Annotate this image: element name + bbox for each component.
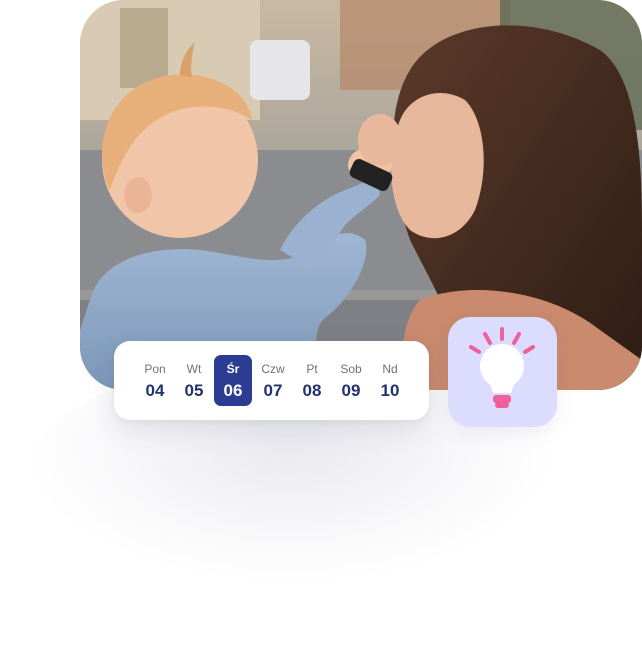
day-number: 07 bbox=[263, 381, 283, 400]
day-name: Pt bbox=[306, 362, 318, 376]
hero-photo bbox=[80, 0, 642, 390]
day-sob[interactable]: Sob 09 bbox=[332, 355, 370, 406]
day-wt[interactable]: Wt 05 bbox=[175, 355, 213, 406]
day-name: Czw bbox=[261, 362, 285, 376]
lightbulb-icon bbox=[469, 327, 535, 408]
day-name: Śr bbox=[226, 362, 240, 376]
day-number: 09 bbox=[341, 381, 361, 400]
day-number: 10 bbox=[380, 381, 400, 400]
day-pt[interactable]: Pt 08 bbox=[293, 355, 331, 406]
day-name: Nd bbox=[382, 362, 398, 376]
day-name: Sob bbox=[340, 362, 362, 376]
week-calendar: Pon 04 Wt 05 Śr 06 Czw 07 Pt 08 Sob 09 N… bbox=[114, 341, 429, 420]
day-name: Pon bbox=[144, 362, 166, 376]
day-czw[interactable]: Czw 07 bbox=[254, 355, 292, 406]
day-number: 06 bbox=[223, 381, 243, 400]
day-sr-selected[interactable]: Śr 06 bbox=[214, 355, 252, 406]
day-number: 05 bbox=[184, 381, 204, 400]
day-name: Wt bbox=[186, 362, 202, 376]
idea-tile bbox=[448, 317, 557, 427]
day-number: 08 bbox=[302, 381, 322, 400]
day-nd[interactable]: Nd 10 bbox=[371, 355, 409, 406]
mother-and-child-photo bbox=[80, 0, 642, 390]
day-pon[interactable]: Pon 04 bbox=[136, 355, 174, 406]
day-number: 04 bbox=[145, 381, 165, 400]
